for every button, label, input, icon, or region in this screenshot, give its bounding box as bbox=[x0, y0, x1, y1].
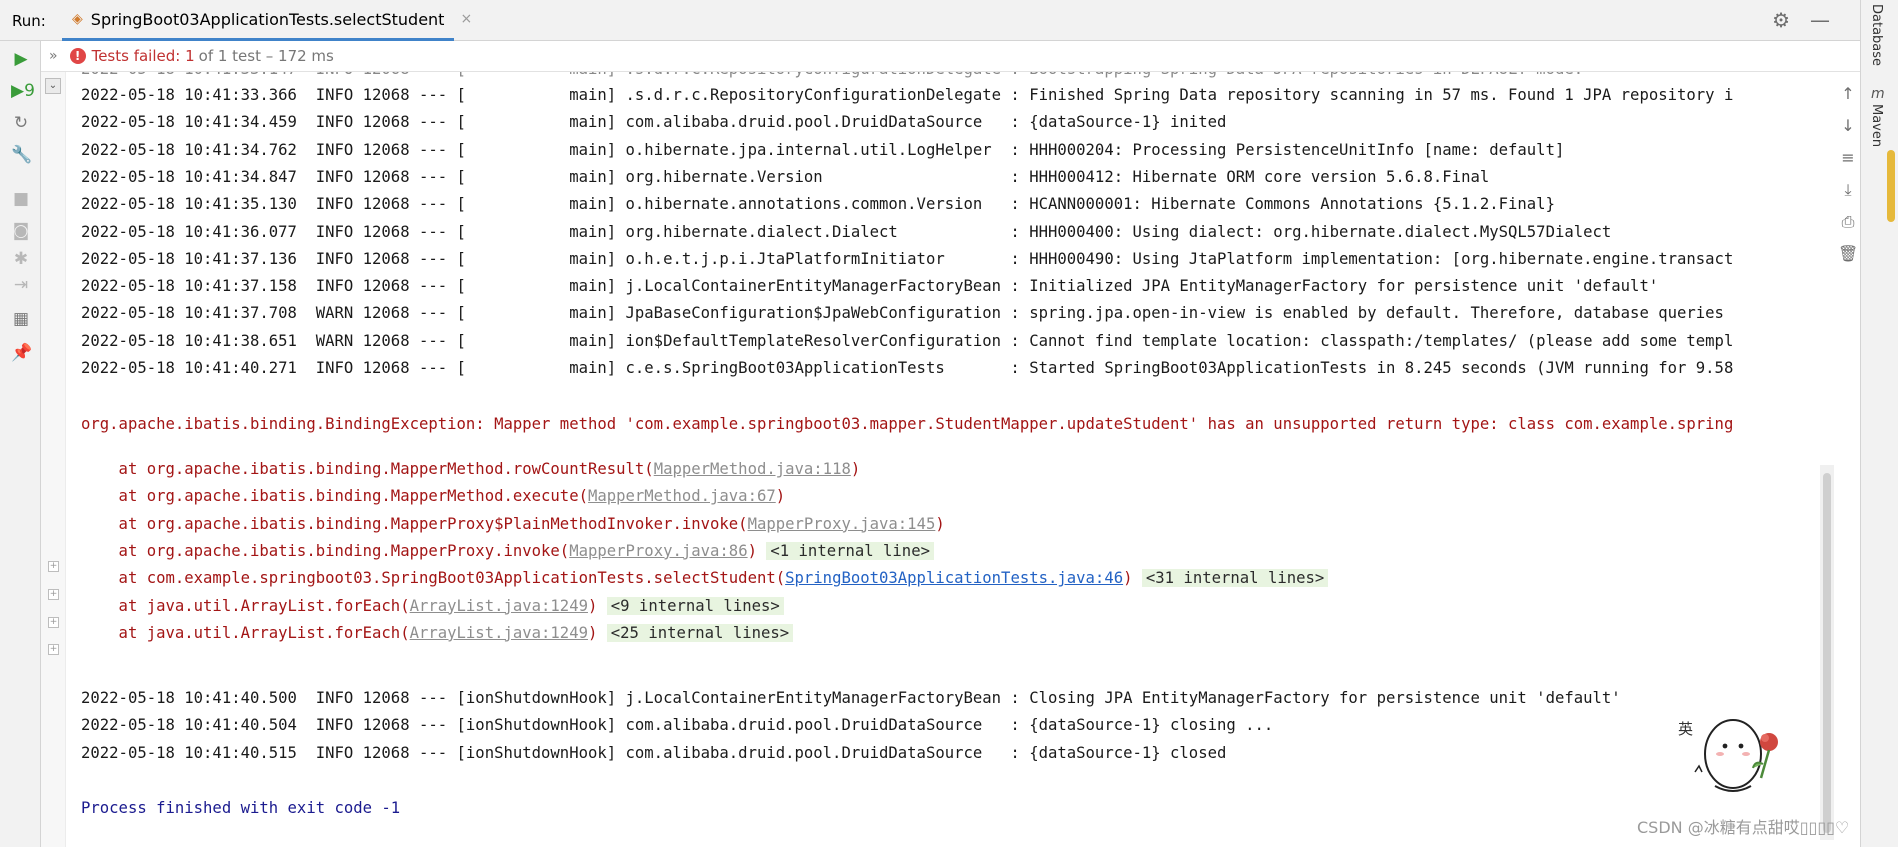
log-line: 2022-05-18 10:41:38.651 WARN 12068 --- [… bbox=[81, 331, 1734, 350]
stack-frame-close: ) bbox=[587, 623, 598, 642]
stack-trace-line: at com.example.springboot03.SpringBoot03… bbox=[81, 565, 1329, 591]
run-tab[interactable]: ◈ SpringBoot03ApplicationTests.selectStu… bbox=[62, 0, 472, 41]
test-config-icon: ◈ bbox=[72, 11, 83, 27]
log-line: 2022-05-18 10:41:34.847 INFO 12068 --- [… bbox=[81, 167, 1490, 186]
source-link[interactable]: MapperMethod.java:118 bbox=[654, 460, 851, 478]
stack-frame-close: ) bbox=[587, 596, 598, 615]
close-tab-icon[interactable]: × bbox=[460, 11, 472, 27]
run-tool-gutter: ▶ ▶9 ↻ 🔧 ■ ◙ ✱ ⇥ ▦ 📌 bbox=[0, 41, 41, 847]
camera-icon[interactable]: ◙ bbox=[11, 221, 31, 241]
stack-trace-line: at java.util.ArrayList.forEach(ArrayList… bbox=[81, 593, 784, 619]
source-link[interactable]: MapperProxy.java:86 bbox=[569, 542, 747, 560]
source-link[interactable]: MapperMethod.java:67 bbox=[588, 487, 776, 505]
import-icon[interactable]: ⇥ bbox=[11, 275, 31, 295]
tests-summary: of 1 test – 172 ms bbox=[198, 47, 334, 65]
fold-marker-icon[interactable]: + bbox=[48, 589, 59, 600]
toggle-auto-test-icon[interactable]: ↻ bbox=[11, 113, 31, 133]
arrow-down-icon[interactable]: ↓ bbox=[1838, 116, 1858, 136]
run-tab-title: SpringBoot03ApplicationTests.selectStude… bbox=[90, 9, 445, 29]
source-link[interactable]: ArrayList.java:1249 bbox=[410, 624, 588, 642]
stack-frame-method: at org.apache.ibatis.binding.MapperMetho… bbox=[81, 487, 588, 506]
bug-icon[interactable]: ✱ bbox=[11, 249, 31, 269]
source-link[interactable]: ArrayList.java:1249 bbox=[410, 597, 588, 615]
internal-lines-fold[interactable]: <1 internal line> bbox=[766, 541, 934, 560]
maven-icon: m bbox=[1871, 86, 1885, 102]
database-tool-tab[interactable]: Database bbox=[1869, 4, 1884, 66]
gear-icon[interactable]: ⚙ bbox=[1772, 8, 1790, 32]
run-label: Run: bbox=[12, 12, 46, 30]
console-scrollbar[interactable] bbox=[1820, 465, 1834, 840]
minimize-icon[interactable]: — bbox=[1810, 8, 1830, 32]
csdn-watermark: CSDN @冰糖有点甜哎▯▯▯▯♡ bbox=[1637, 818, 1850, 837]
fold-marker-icon[interactable]: + bbox=[48, 644, 59, 655]
internal-lines-fold[interactable]: <9 internal lines> bbox=[606, 596, 784, 615]
log-line: 2022-05-18 10:41:33.366 INFO 12068 --- [… bbox=[81, 86, 1734, 104]
console-actions: ↑ ↓ ≡ ⤓ ⎙ 🗑 bbox=[1836, 72, 1860, 372]
run-icon[interactable]: ▶ bbox=[11, 49, 31, 69]
rerun-failed-icon[interactable]: ▶9 bbox=[11, 81, 35, 101]
log-line: 2022-05-18 10:41:37.158 INFO 12068 --- [… bbox=[81, 277, 1659, 296]
pin-icon[interactable]: 📌 bbox=[11, 343, 32, 363]
layout-icon[interactable]: ▦ bbox=[11, 309, 31, 329]
shutdown-log-line: 2022-05-18 10:41:40.500 INFO 12068 --- [… bbox=[81, 689, 1621, 707]
log-line: 2022-05-18 10:41:40.271 INFO 12068 --- [… bbox=[81, 359, 1734, 377]
scroll-to-end-icon[interactable]: ⤓ bbox=[1838, 180, 1858, 200]
exit-message: Process finished with exit code -1 bbox=[81, 799, 401, 817]
stack-trace-line: at org.apache.ibatis.binding.MapperProxy… bbox=[81, 538, 934, 564]
mascot-sticker-icon bbox=[1694, 719, 1778, 792]
exception-message: org.apache.ibatis.binding.BindingExcepti… bbox=[81, 415, 1734, 433]
stack-trace-line: at org.apache.ibatis.binding.MapperMetho… bbox=[81, 456, 861, 482]
source-link[interactable]: MapperProxy.java:145 bbox=[748, 515, 936, 533]
internal-lines-fold[interactable]: <31 internal lines> bbox=[1141, 569, 1329, 588]
wrench-icon[interactable]: 🔧 bbox=[11, 145, 32, 165]
log-line: 2022-05-18 10:41:34.762 INFO 12068 --- [… bbox=[81, 140, 1565, 159]
strip-scrollbar[interactable] bbox=[1887, 150, 1895, 222]
stack-frame-method: at java.util.ArrayList.forEach( bbox=[81, 623, 410, 642]
stack-frame-close: ) bbox=[850, 460, 861, 478]
log-line: 2022-05-18 10:41:35.130 INFO 12068 --- [… bbox=[81, 195, 1555, 214]
test-status-bar: » ! Tests failed: 1 of 1 test – 172 ms bbox=[41, 41, 1860, 72]
console-output[interactable]: 2022-05-18 10:41:33.147 INFO 12068 --- [… bbox=[66, 72, 1836, 847]
soft-wrap-icon[interactable]: ≡ bbox=[1838, 148, 1858, 168]
log-line: 2022-05-18 10:41:37.708 WARN 12068 --- [… bbox=[81, 304, 1724, 323]
stack-trace-line: at org.apache.ibatis.binding.MapperProxy… bbox=[81, 511, 945, 537]
run-toolbar: Run: ◈ SpringBoot03ApplicationTests.sele… bbox=[0, 0, 1860, 41]
log-line-partial: 2022-05-18 10:41:33.147 INFO 12068 --- [… bbox=[81, 72, 1583, 82]
stack-frame-method: at com.example.springboot03.SpringBoot03… bbox=[81, 569, 786, 588]
stack-trace-line: at java.util.ArrayList.forEach(ArrayList… bbox=[81, 620, 794, 646]
stack-frame-method: at org.apache.ibatis.binding.MapperProxy… bbox=[81, 514, 748, 533]
right-tool-strip: Database m Maven bbox=[1860, 0, 1898, 847]
stack-frame-close: ) bbox=[775, 487, 786, 506]
log-line: 2022-05-18 10:41:37.136 INFO 12068 --- [… bbox=[81, 249, 1734, 268]
stack-frame-method: at org.apache.ibatis.binding.MapperProxy… bbox=[81, 541, 570, 560]
console-fold-gutter: ⌄ + + + + bbox=[41, 72, 66, 847]
expand-chevron-icon[interactable]: » bbox=[49, 48, 58, 64]
print-icon[interactable]: ⎙ bbox=[1838, 212, 1858, 232]
internal-lines-fold[interactable]: <25 internal lines> bbox=[606, 623, 794, 642]
scrollbar-thumb[interactable] bbox=[1823, 473, 1831, 833]
error-icon: ! bbox=[69, 48, 86, 64]
collapse-icon[interactable]: ⌄ bbox=[45, 78, 61, 94]
failed-count-badge-icon: 9 bbox=[24, 81, 35, 101]
stop-icon[interactable]: ■ bbox=[11, 189, 31, 209]
stack-frame-close: ) bbox=[747, 541, 757, 560]
stack-frame-close: ) bbox=[935, 514, 945, 533]
stack-trace-line: at org.apache.ibatis.binding.MapperMetho… bbox=[81, 483, 786, 509]
shutdown-log-line: 2022-05-18 10:41:40.504 INFO 12068 --- [… bbox=[81, 716, 1274, 735]
stack-frame-method: at org.apache.ibatis.binding.MapperMetho… bbox=[81, 460, 654, 478]
fold-marker-icon[interactable]: + bbox=[48, 561, 59, 572]
log-line: 2022-05-18 10:41:34.459 INFO 12068 --- [… bbox=[81, 113, 1227, 132]
arrow-up-icon[interactable]: ↑ bbox=[1838, 84, 1858, 104]
trash-icon[interactable]: 🗑 bbox=[1838, 244, 1858, 264]
stack-frame-method: at java.util.ArrayList.forEach( bbox=[81, 596, 410, 615]
log-line: 2022-05-18 10:41:36.077 INFO 12068 --- [… bbox=[81, 222, 1612, 241]
shutdown-log-line: 2022-05-18 10:41:40.515 INFO 12068 --- [… bbox=[81, 743, 1227, 762]
tests-failed-label: Tests failed: bbox=[91, 47, 181, 65]
maven-tool-tab[interactable]: Maven bbox=[1869, 104, 1884, 147]
stack-frame-close: ) bbox=[1123, 569, 1133, 588]
fold-marker-icon[interactable]: + bbox=[48, 617, 59, 628]
source-link[interactable]: SpringBoot03ApplicationTests.java:46 bbox=[785, 569, 1123, 587]
tests-failed-count: 1 bbox=[185, 47, 195, 65]
